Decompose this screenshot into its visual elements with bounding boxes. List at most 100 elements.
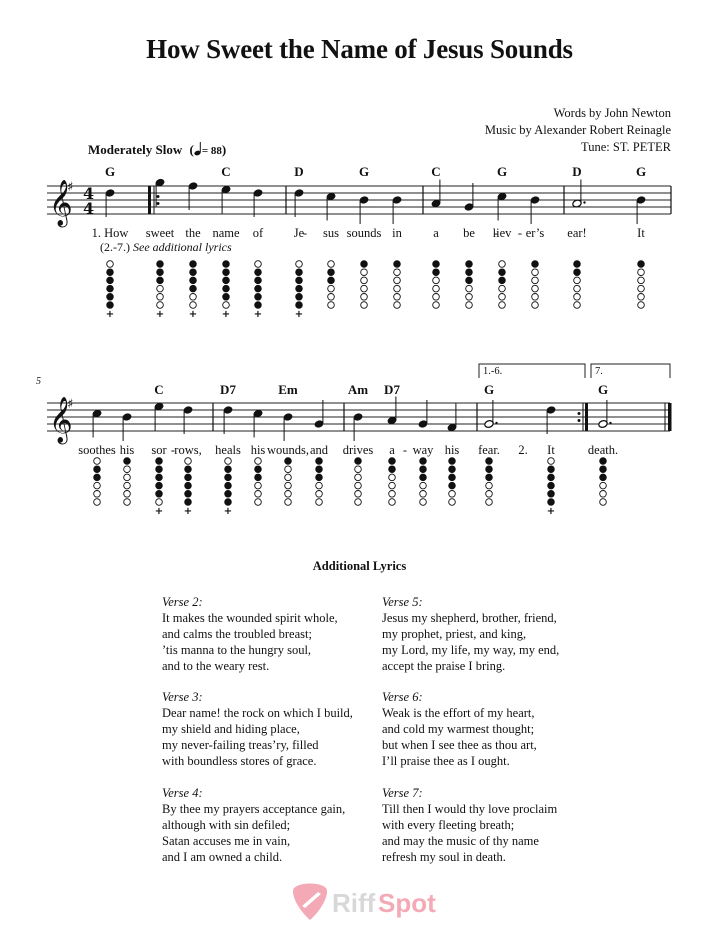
hole-closed-icon [465, 268, 473, 276]
hole-open-icon [465, 293, 473, 301]
hole-open-icon [360, 301, 368, 309]
hole-open-icon [327, 293, 335, 301]
hole-closed-icon [222, 268, 230, 276]
hole-open-icon [393, 284, 401, 293]
verse-line: ’tis manna to the hungry soul, [162, 643, 312, 657]
chord-symbol: C [431, 164, 441, 179]
hole-closed-icon [224, 473, 232, 482]
chord-symbol: Am [347, 382, 369, 397]
verse-line: and may the music of thy name [382, 834, 539, 848]
fingering-chart [432, 260, 440, 309]
hole-closed-icon [573, 260, 581, 268]
hole-closed-icon [419, 473, 427, 482]
hole-open-icon [393, 293, 401, 301]
hole-open-icon [327, 260, 335, 268]
hole-open-icon [315, 498, 323, 506]
hole-open-icon [393, 276, 401, 285]
note-E5 [154, 402, 164, 431]
hole-closed-icon [123, 457, 131, 465]
hole-closed-icon [498, 268, 506, 276]
hole-open-icon [388, 481, 396, 490]
note-B4 [636, 196, 646, 224]
hole-open-icon [354, 473, 362, 482]
verse-line: although with sin defiled; [162, 818, 291, 832]
hole-open-icon [254, 490, 262, 498]
hole-open-icon [531, 276, 539, 285]
hole-open-icon [432, 301, 440, 309]
lyric-syllable: the [185, 226, 201, 240]
note-D5 [546, 406, 556, 434]
hole-open-icon [284, 473, 292, 482]
chord-symbol: G [597, 382, 609, 397]
hole-open-icon [599, 490, 607, 498]
hole-closed-icon [360, 260, 368, 268]
hole-open-icon [388, 498, 396, 506]
note-A4 [572, 179, 586, 208]
verse-block: Verse 5: Jesus my shepherd, brother, frie… [382, 594, 559, 674]
dot [583, 201, 586, 204]
lyric-syllable: death. [587, 443, 619, 457]
volta-brackets [478, 363, 671, 378]
hole-closed-icon [295, 301, 303, 309]
repeat-start-thick [148, 186, 151, 214]
hole-closed-icon [465, 260, 473, 268]
key-signature-sharp-icon: ♯ [67, 397, 73, 412]
hole-open-icon [599, 481, 607, 490]
hole-closed-icon [599, 465, 607, 473]
hole-closed-icon [155, 473, 163, 482]
verse-line: and calms the troubled breast; [162, 627, 312, 641]
hole-closed-icon [432, 268, 440, 276]
hole-open-icon [465, 301, 473, 309]
hole-closed-icon [156, 260, 164, 268]
note-A4 [431, 179, 441, 208]
lyric-hyphen: - [517, 226, 523, 240]
hole-closed-icon [498, 276, 506, 285]
hole-closed-icon [295, 284, 303, 293]
fingering-chart: + [295, 260, 303, 320]
lyric-syllable: sounds [346, 226, 382, 240]
lyric-syllable: be [463, 226, 475, 240]
note-C5 [497, 192, 507, 221]
hole-closed-icon [189, 284, 197, 293]
hole-open-icon [573, 284, 581, 293]
hole-open-icon [254, 498, 262, 506]
hole-open-icon [388, 473, 396, 482]
hole-closed-icon [155, 465, 163, 473]
hole-closed-icon [547, 498, 555, 506]
hole-closed-icon [295, 293, 303, 301]
hole-closed-icon [254, 473, 262, 482]
hole-closed-icon [254, 276, 262, 285]
hole-closed-icon [254, 268, 262, 276]
lyric-syllable: name [212, 226, 240, 240]
hole-open-icon [284, 481, 292, 490]
hole-open-icon [284, 465, 292, 473]
lyric-hyphen: - [402, 443, 408, 457]
lyric-syllable: his [250, 443, 266, 457]
chord-symbol: G [483, 382, 495, 397]
hole-closed-icon [184, 498, 192, 506]
repeat-dot [156, 195, 160, 198]
hole-open-icon [573, 293, 581, 301]
guitar-pick-icon: Riff Spot [292, 883, 436, 920]
note-B4 [122, 413, 132, 441]
chord-symbol: C [154, 382, 164, 397]
overblow-plus-icon: + [155, 506, 163, 517]
hole-closed-icon [599, 457, 607, 465]
fingering-chart [531, 260, 539, 309]
hole-open-icon [93, 498, 101, 506]
note-G4 [418, 400, 428, 428]
hole-closed-icon [531, 260, 539, 268]
verse-note-text: See additional lyrics [133, 240, 232, 254]
hole-open-icon [93, 457, 101, 465]
hole-closed-icon [547, 481, 555, 490]
hole-closed-icon [254, 293, 262, 301]
verse-number-2: 2. [518, 443, 528, 457]
fingering-chart: + [224, 457, 232, 517]
key-signature-sharp-icon: ♯ [67, 180, 73, 195]
verse-label: Verse 3: [162, 690, 203, 704]
repeat-dot [577, 412, 581, 415]
hole-closed-icon [106, 284, 114, 293]
sheet-music: 𝄞♯ 44+ + + + + +𝄞♯+ + + + [47, 178, 672, 517]
verse-line: I’ll praise thee as I ought. [382, 754, 510, 768]
note-D5 [105, 189, 115, 217]
